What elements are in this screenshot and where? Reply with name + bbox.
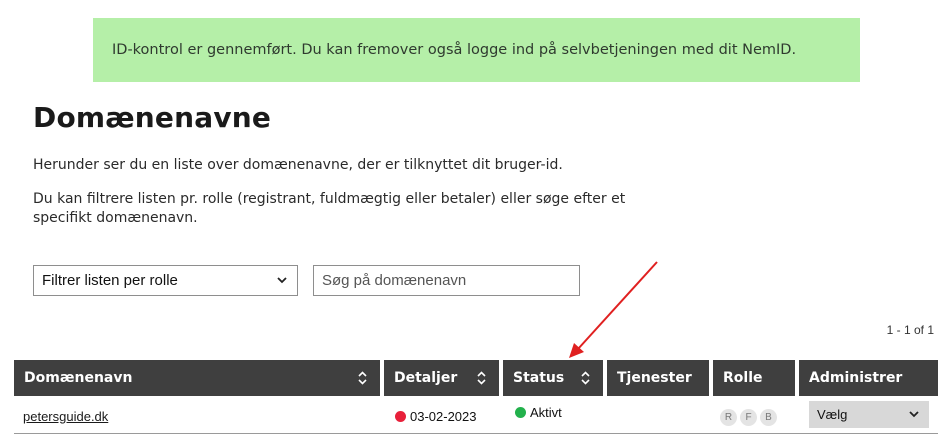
success-notice: ID-kontrol er gennemført. Du kan fremove… — [93, 18, 860, 82]
filter-help-text: Du kan filtrere listen pr. rolle (regist… — [33, 191, 626, 226]
page-title: Domænenavne — [33, 101, 272, 134]
notice-text: ID-kontrol er gennemført. Du kan fremove… — [112, 42, 797, 58]
details-date: 03-02-2023 — [410, 408, 477, 424]
column-header-details-label: Detaljer — [394, 370, 458, 386]
pagination-info: 1 - 1 of 1 — [886, 323, 934, 337]
row-divider — [14, 433, 938, 434]
admin-select[interactable]: Vælg — [809, 401, 929, 428]
details-cell: 03-02-2023 — [395, 403, 477, 429]
column-header-role: Rolle — [713, 360, 795, 396]
column-header-details[interactable]: Detaljer — [384, 360, 499, 396]
column-header-domain[interactable]: Domænenavn — [14, 360, 380, 396]
role-chip-registrant: R — [720, 408, 737, 426]
role-chip-payer: B — [760, 408, 777, 426]
role-chip-proxy: F — [740, 408, 757, 426]
role-filter-value: Filtrer listen per rolle — [42, 272, 178, 289]
column-header-admin: Administrer — [799, 360, 938, 396]
column-header-role-label: Rolle — [723, 370, 763, 386]
column-header-status[interactable]: Status — [503, 360, 603, 396]
admin-select-value: Vælg — [817, 407, 848, 422]
column-header-status-label: Status — [513, 370, 565, 386]
sort-icon — [477, 371, 486, 385]
chevron-down-icon — [277, 277, 287, 284]
sort-icon — [358, 371, 367, 385]
chevron-down-icon — [909, 411, 919, 418]
role-filter-select[interactable]: Filtrer listen per rolle — [33, 265, 298, 296]
table-header: Domænenavn Detaljer Status Tjenester Rol… — [0, 360, 950, 396]
column-header-admin-label: Administrer — [809, 370, 903, 386]
status-cell: Aktivt — [515, 399, 562, 425]
column-header-services-label: Tjenester — [617, 370, 692, 386]
intro-text: Herunder ser du en liste over domænenavn… — [33, 157, 563, 173]
column-header-services: Tjenester — [607, 360, 709, 396]
sort-icon — [581, 371, 590, 385]
role-cell: R F B — [720, 404, 780, 430]
domain-link[interactable]: petersguide.dk — [23, 409, 108, 424]
column-header-domain-label: Domænenavn — [24, 370, 133, 386]
status-text: Aktivt — [530, 404, 562, 420]
status-dot — [515, 406, 526, 418]
domain-cell: petersguide.dk — [23, 403, 108, 429]
domain-search-input[interactable] — [313, 265, 580, 296]
details-status-dot — [395, 410, 406, 422]
